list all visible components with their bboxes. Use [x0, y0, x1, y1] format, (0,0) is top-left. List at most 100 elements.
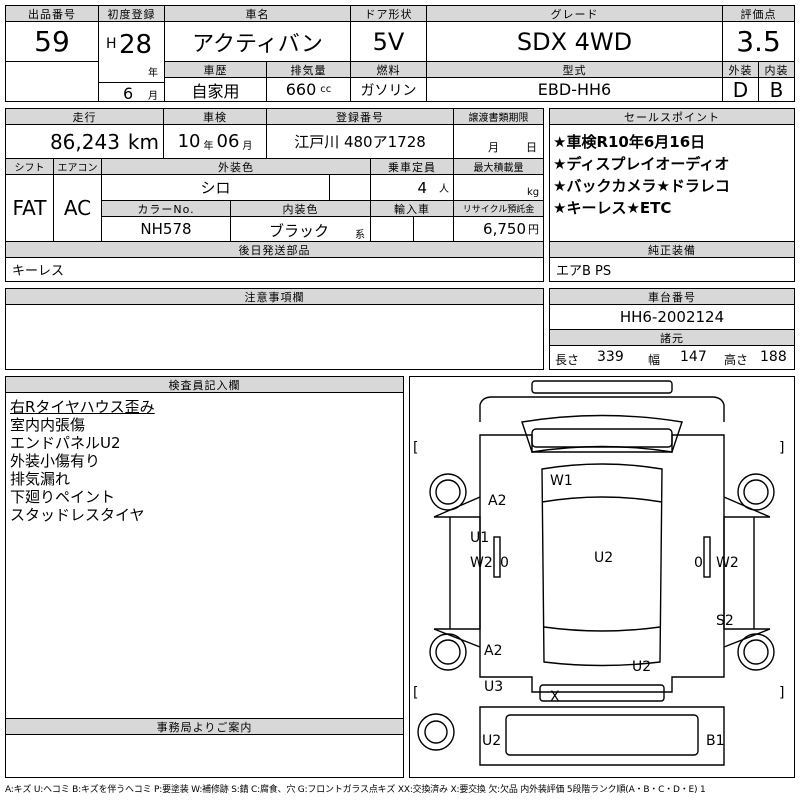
- damage-mark-u2-bottom: U2: [482, 733, 501, 749]
- damage-mark-x: X: [550, 689, 560, 705]
- mileage-label: 走行: [5, 108, 164, 125]
- model-code-label: 型式: [426, 61, 723, 78]
- recycle-fee-label: リサイクル預託金: [453, 200, 544, 217]
- bracket-mark: ]: [779, 685, 784, 701]
- office-notice-box: [5, 734, 404, 778]
- roof-front-line: [541, 496, 663, 503]
- inspector-line: スタッドレスタイヤ: [10, 506, 145, 524]
- shift-value: FAT: [5, 174, 54, 242]
- interior-color-label: 内装色: [230, 200, 371, 217]
- max-load-cell: kg: [453, 174, 544, 201]
- mileage-value: 86,243: [49, 129, 120, 154]
- lot-number-value: 59: [5, 21, 99, 62]
- width-label: 幅: [648, 353, 661, 367]
- inspection-month-unit: 月: [242, 141, 253, 152]
- transfer-month-unit: 月: [488, 141, 499, 154]
- bracket-mark: ]: [779, 440, 784, 456]
- exterior-color-spare: [329, 174, 371, 201]
- interior-color-cell: ブラック 系: [230, 216, 371, 242]
- interior-score: B: [758, 77, 795, 102]
- sales-point-line: ★バックカメラ★ドラレコ: [553, 177, 730, 195]
- shift-label: シフト: [5, 158, 54, 175]
- damage-mark-a2-lower: A2: [484, 643, 502, 659]
- interior-score-label: 内装: [758, 61, 795, 78]
- interior-color-value: ブラック: [269, 222, 330, 240]
- damage-mark-u2-center: U2: [594, 550, 613, 566]
- first-registration-label: 初度登録: [98, 5, 165, 22]
- damage-mark-u1: U1: [470, 530, 489, 546]
- bracket-mark: [: [413, 440, 418, 456]
- grade-value: SDX 4WD: [426, 21, 723, 62]
- color-number-value: NH578: [101, 216, 231, 242]
- score-label: 評価点: [722, 5, 795, 22]
- import-cell-b: [413, 216, 454, 242]
- first-registration-month-cell: 6 月: [98, 82, 165, 102]
- inspection-year: 10: [177, 131, 201, 152]
- damage-mark-zero-left: 0: [500, 555, 509, 571]
- dimensions-box: 長さ 339 幅 147 高さ 188: [549, 345, 795, 370]
- damage-mark-w2-right: W2: [716, 555, 739, 571]
- sales-points-label: セールスポイント: [549, 108, 795, 125]
- transfer-docs-cell: 月 日: [453, 124, 544, 159]
- inspection-month: 06: [216, 131, 240, 152]
- capacity-cell: 4 人: [370, 174, 454, 201]
- exterior-color-label: 外装色: [101, 158, 371, 175]
- aircon-label: エアコン: [53, 158, 102, 175]
- right-handle-shape: [703, 536, 711, 578]
- transfer-docs-label: 譲渡書類期限: [453, 108, 544, 125]
- max-load-label: 最大積載量: [453, 158, 544, 175]
- legend-text: A:キズ U:ヘコミ B:キズを伴うヘコミ P:要塗装 W:補修跡 S:錆 C:…: [5, 785, 706, 795]
- lot-number-blank: [5, 61, 99, 102]
- displacement-label: 排気量: [266, 61, 351, 78]
- import-cell-a: [370, 216, 414, 242]
- sales-points-box: ★車検R10年6月16日 ★ディスプレイオーディオ ★バックカメラ★ドラレコ ★…: [549, 124, 795, 242]
- damage-mark-u3: U3: [484, 679, 503, 695]
- import-label: 輸入車: [370, 200, 454, 217]
- grade-label: グレード: [426, 5, 723, 22]
- length-label: 長さ: [555, 353, 580, 367]
- height-label: 高さ: [724, 353, 749, 367]
- damage-mark-s2: S2: [716, 613, 734, 629]
- length-value: 339: [597, 349, 624, 365]
- dimensions-label: 諸元: [549, 329, 795, 346]
- damage-mark-w1: W1: [550, 473, 573, 489]
- year-unit: 年: [148, 68, 158, 79]
- door-type-value: 5V: [350, 21, 427, 62]
- model-code-value: EBD-HH6: [426, 77, 723, 102]
- car-name-label: 車名: [164, 5, 351, 22]
- month-unit: 月: [148, 91, 158, 102]
- displacement-value: 660: [285, 80, 317, 99]
- first-registration-cell: H 28 年: [98, 21, 165, 83]
- history-label: 車歴: [164, 61, 267, 78]
- interior-color-suffix: 系: [355, 230, 365, 241]
- recycle-fee-unit: 円: [528, 223, 539, 236]
- inspection-cell: 10 年 06 月: [163, 124, 267, 159]
- exterior-color-value: シロ: [101, 174, 330, 201]
- aircon-value: AC: [53, 174, 102, 242]
- damage-mark-b1: B1: [706, 733, 725, 749]
- damage-mark-a2-upper: A2: [488, 493, 506, 509]
- notes-box: [5, 304, 544, 370]
- height-value: 188: [760, 349, 787, 365]
- office-notice-label: 事務局よりご案内: [5, 718, 404, 735]
- max-load-unit: kg: [527, 187, 540, 198]
- car-name-value: アクティバン: [164, 21, 351, 62]
- history-value: 自家用: [164, 77, 267, 102]
- transfer-day-unit: 日: [526, 141, 537, 154]
- fuel-label: 燃料: [350, 61, 427, 78]
- damage-diagram: [ ] [ ] W1 A2 U1 W2 0 U2 0 W2 S2 A2 U2 U…: [409, 376, 795, 778]
- fuel-value: ガソリン: [350, 77, 427, 102]
- mileage-unit: km: [127, 129, 159, 154]
- wiper-area-shape: [531, 428, 673, 448]
- roof-rear-line: [543, 626, 661, 632]
- color-number-label: カラーNo.: [101, 200, 231, 217]
- car-diagram-svg: [ ] [ ] W1 A2 U1 W2 0 U2 0 W2 S2 A2 U2 U…: [413, 380, 784, 766]
- inspection-label: 車検: [163, 108, 267, 125]
- sales-point-line: ★車検R10年6月16日: [553, 133, 706, 151]
- chassis-number-label: 車台番号: [549, 288, 795, 305]
- rear-window-shape: [505, 714, 699, 756]
- recycle-fee-value: 6,750: [483, 220, 526, 238]
- plate-label: 登録番号: [266, 108, 454, 125]
- damage-mark-u2-lower-right: U2: [632, 659, 651, 675]
- later-parts-label: 後日発送部品: [5, 241, 544, 258]
